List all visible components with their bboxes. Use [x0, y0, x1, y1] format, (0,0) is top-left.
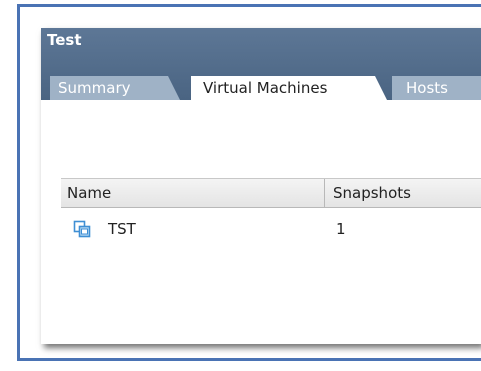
tab-hosts[interactable]: Hosts: [392, 76, 481, 100]
vm-name: TST: [108, 220, 136, 238]
tab-virtual-machines[interactable]: Virtual Machines: [191, 76, 387, 100]
panel-header: Test Summary Virtual Machines Hosts: [41, 28, 481, 100]
panel-title: Test: [47, 31, 82, 49]
column-header-snapshots[interactable]: Snapshots: [333, 179, 411, 207]
column-header-name[interactable]: Name: [67, 179, 111, 207]
column-divider[interactable]: [324, 179, 325, 207]
table-header: Name Snapshots: [61, 178, 481, 208]
vm-icon: [73, 220, 91, 238]
inventory-panel: Test Summary Virtual Machines Hosts Name…: [41, 28, 481, 344]
table-row[interactable]: TST 1: [61, 216, 481, 244]
vm-snapshots: 1: [336, 220, 346, 238]
tab-summary[interactable]: Summary: [50, 76, 180, 100]
